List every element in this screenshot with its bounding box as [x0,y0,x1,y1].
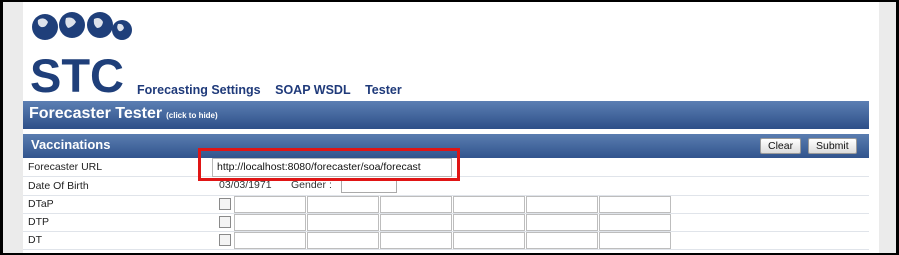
forecaster-url-label: Forecaster URL [28,161,103,173]
top-nav: Forecasting Settings SOAP WSDL Tester [137,83,413,97]
vaccine-date-field[interactable] [307,214,379,231]
vaccine-row: DT [23,231,869,250]
vaccine-date-field[interactable] [307,196,379,213]
stc-logo: STC [30,12,132,98]
vaccine-date-field[interactable] [234,232,306,249]
vaccine-date-field[interactable] [599,214,671,231]
page: STC Forecasting Settings SOAP WSDL Teste… [23,2,879,253]
vaccine-date-field[interactable] [599,196,671,213]
vaccine-checkbox[interactable] [219,234,231,246]
nav-tester[interactable]: Tester [365,83,402,97]
highlight-box [198,148,460,181]
vaccine-date-field[interactable] [234,196,306,213]
date-of-birth-label: Date Of Birth [28,180,89,192]
vaccine-row: DTP [23,213,869,232]
vaccine-checkbox[interactable] [219,216,231,228]
clear-button[interactable]: Clear [760,138,802,154]
nav-soap-wsdl[interactable]: SOAP WSDL [275,83,350,97]
vaccine-name: DTP [28,216,49,228]
logo-text: STC [30,49,124,98]
forecaster-tester-title: Forecaster Tester (click to hide) [29,105,218,123]
vaccine-date-field[interactable] [599,232,671,249]
vaccine-date-field[interactable] [526,196,598,213]
vaccine-date-field[interactable] [380,196,452,213]
vaccine-name: DT [28,234,42,246]
click-to-hide-hint[interactable]: (click to hide) [166,111,218,120]
vaccine-date-field[interactable] [526,232,598,249]
vaccine-name: DTaP [28,198,54,210]
nav-forecasting-settings[interactable]: Forecasting Settings [137,83,261,97]
tester-title-text: Forecaster Tester [29,105,163,122]
vaccine-date-field[interactable] [453,196,525,213]
vaccine-date-field[interactable] [380,214,452,231]
vaccine-date-field[interactable] [307,232,379,249]
vaccine-checkbox[interactable] [219,198,231,210]
vaccine-date-field[interactable] [526,214,598,231]
vaccine-date-field[interactable] [234,214,306,231]
vaccinations-title: Vaccinations [31,137,111,152]
browser-frame: STC Forecasting Settings SOAP WSDL Teste… [3,2,896,253]
vaccine-date-field[interactable] [453,214,525,231]
submit-button[interactable]: Submit [808,138,857,154]
vaccine-row: DTaP [23,195,869,214]
vaccine-date-field[interactable] [453,232,525,249]
gender-select[interactable] [341,179,397,193]
vaccine-date-field[interactable] [380,232,452,249]
forecaster-tester-header[interactable]: Forecaster Tester (click to hide) [23,101,869,129]
